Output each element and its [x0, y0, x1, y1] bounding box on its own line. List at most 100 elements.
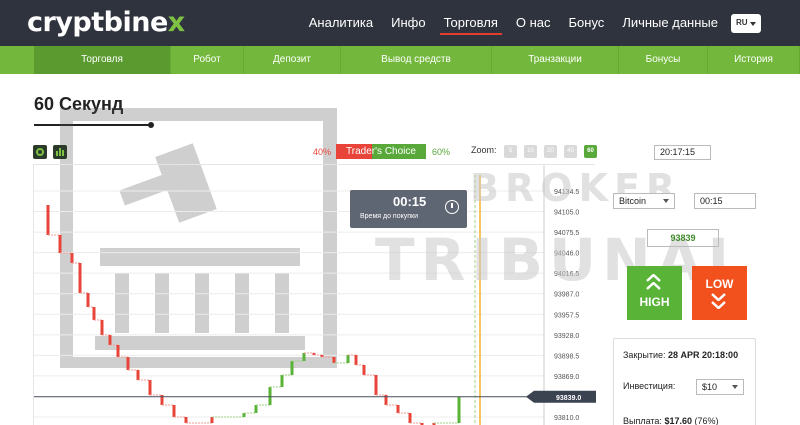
price-candle [92, 307, 96, 320]
expiry-field[interactable]: 00:15 [694, 193, 756, 209]
chart-type-button[interactable] [53, 145, 67, 159]
sub-nav: Торговля Робот Депозит Вывод средств Тра… [0, 46, 800, 74]
price-chart[interactable]: 94134.5 94105.0 94075.5 94046.0 94016.5 93987… [33, 164, 596, 425]
subnav-trading[interactable]: Торговля [34, 46, 171, 74]
title-underline [34, 124, 151, 126]
sentiment-low-pct: 40% [313, 147, 332, 157]
server-time: 20:17:15 [654, 145, 711, 160]
price-tick-label: 93987.0 [554, 292, 579, 299]
trade-info-card: Закрытие: 28 APR 20:18:00 Инвестиция: $1… [613, 338, 756, 425]
subnav-deposit[interactable]: Депозит [244, 46, 341, 74]
zoom-20-button[interactable]: 20 [544, 145, 557, 158]
price-chart-svg: 94134.5 94105.0 94075.5 94046.0 94016.5 93987… [34, 165, 596, 425]
zoom-40-button[interactable]: 40 [564, 145, 577, 158]
zoom-60-button[interactable]: 60 [584, 145, 597, 158]
title-underline-dot [148, 122, 154, 128]
price-candle [408, 413, 412, 423]
nav-bonus[interactable]: Бонус [569, 0, 605, 46]
price-candle [172, 405, 176, 417]
nav-personal-data[interactable]: Личные данные [622, 0, 718, 46]
price-candle [268, 387, 272, 405]
chevron-down-icon [663, 199, 669, 203]
zoom-10-button[interactable]: 10 [524, 145, 537, 158]
high-button[interactable]: HIGH [627, 266, 682, 320]
price-candle [254, 405, 258, 413]
top-header: cryptbinex Аналитика Инфо Торговля О нас… [0, 0, 800, 46]
closing-value: 28 APR 20:18:00 [668, 350, 739, 360]
purchase-timer: 00:15 Время до покупки [350, 190, 467, 228]
price-candle [148, 380, 152, 395]
price-tick-label: 93957.5 [554, 312, 579, 319]
price-candle [46, 205, 50, 235]
nav-info[interactable]: Инфо [391, 0, 425, 46]
logo-x: x [167, 7, 185, 38]
subnav-bonuses[interactable]: Бонусы [619, 46, 708, 74]
price-candle [210, 417, 214, 423]
price-candle [354, 355, 358, 365]
indicator-toggle-button[interactable] [33, 145, 47, 159]
nav-analytics[interactable]: Аналитика [309, 0, 373, 46]
main-nav: Аналитика Инфо Торговля О нас Бонус Личн… [291, 0, 718, 46]
low-button[interactable]: LOW [692, 266, 747, 320]
investment-value: $10 [702, 382, 718, 392]
asset-select[interactable]: Bitcoin [613, 193, 675, 209]
price-tick-label: 94075.5 [554, 230, 579, 237]
timer-value: 00:15 [393, 194, 427, 209]
chevron-down-icon [711, 301, 726, 309]
price-candle [184, 417, 188, 423]
candles-icon [56, 148, 64, 156]
nav-trading[interactable]: Торговля [439, 0, 503, 46]
price-candle [70, 253, 74, 263]
price-candle [100, 320, 104, 335]
high-label: HIGH [639, 295, 670, 309]
price-candle [280, 375, 284, 387]
payout-label: Выплата: [623, 416, 662, 425]
closing-row: Закрытие: 28 APR 20:18:00 [623, 350, 738, 360]
asset-value: Bitcoin [619, 196, 647, 206]
investment-label: Инвестиция: [623, 381, 676, 391]
language-select[interactable]: RU [731, 14, 761, 33]
chevron-down-icon [750, 22, 756, 26]
nav-about[interactable]: О нас [516, 0, 551, 46]
price-tick-label: 93928.0 [554, 333, 579, 340]
chevron-up-icon [646, 282, 661, 290]
zoom-5-button[interactable]: 5 [504, 145, 517, 158]
page-title: 60 Секунд [34, 94, 124, 114]
price-tick-label: 93869.0 [554, 374, 579, 381]
zoom-label: Zoom: [471, 145, 497, 155]
sentiment-high-pct: 60% [432, 147, 451, 157]
circle-icon [36, 148, 44, 156]
logo-text: cryptbine [27, 7, 168, 38]
price-tick-label: 93898.5 [554, 353, 579, 360]
closing-label: Закрытие: [623, 350, 666, 360]
payout-percent: (76%) [694, 416, 719, 425]
traders-choice-label: Trader's Choice [346, 146, 416, 157]
price-candle [396, 405, 400, 413]
subnav-robot[interactable]: Робот [171, 46, 244, 74]
current-price-box: 93839 [647, 229, 719, 247]
timer-label: Время до покупки [360, 213, 419, 220]
price-candle [457, 397, 461, 423]
chevron-down-icon [711, 293, 726, 301]
price-candle [332, 357, 336, 363]
payout-value: $17.60 [664, 416, 692, 425]
price-candle [126, 357, 130, 370]
investment-row: Инвестиция: [623, 381, 675, 391]
traders-choice-bar: Trader's Choice [336, 144, 426, 159]
price-candle [108, 335, 112, 345]
chevron-up-icon [646, 274, 661, 282]
price-candle [290, 361, 294, 375]
price-candle [86, 293, 90, 307]
investment-select[interactable]: $10 [696, 379, 744, 395]
price-candle [362, 365, 366, 375]
payout-row: Выплата: $17.60 (76%) [623, 416, 719, 425]
subnav-withdraw[interactable]: Вывод средств [341, 46, 492, 74]
logo[interactable]: cryptbinex [27, 7, 185, 38]
subnav-transactions[interactable]: Транзакции [492, 46, 619, 74]
price-candle [116, 345, 120, 357]
price-candle [374, 375, 378, 395]
price-candle [242, 413, 246, 417]
subnav-history[interactable]: История [708, 46, 800, 74]
low-label: LOW [705, 277, 734, 291]
current-price-label: 93839.0 [556, 395, 581, 402]
